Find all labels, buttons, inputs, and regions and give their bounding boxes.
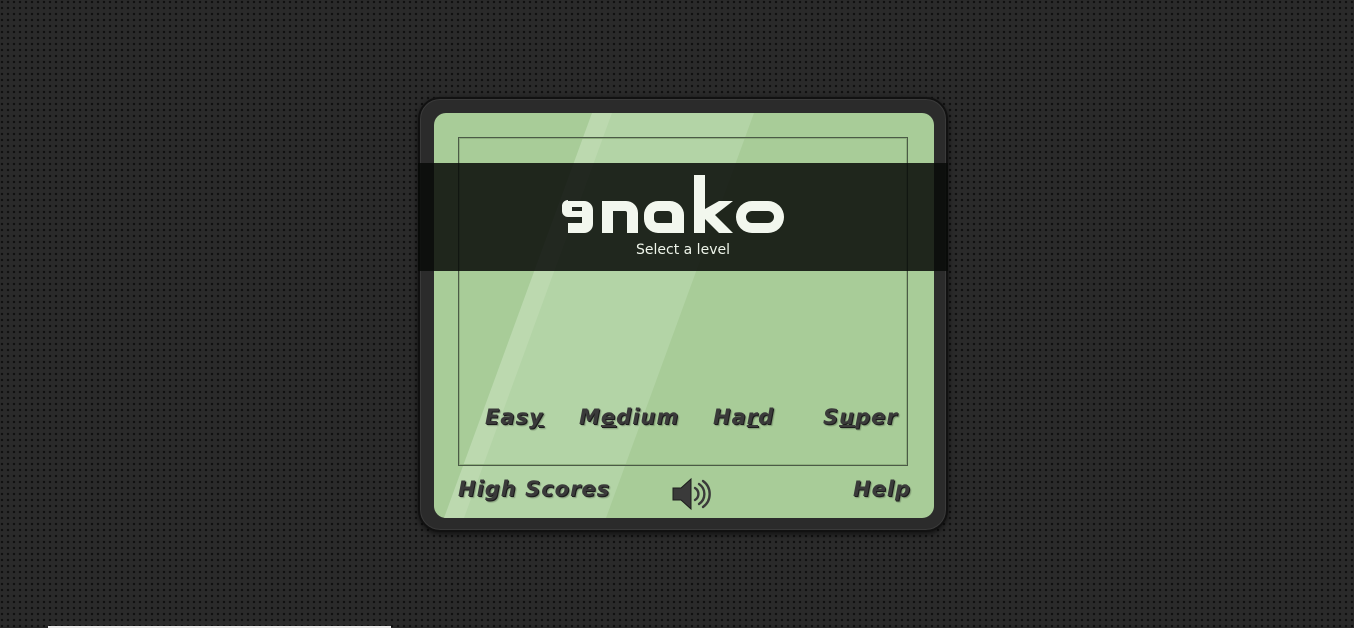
high-scores-button[interactable]: High Scores (458, 477, 610, 501)
snake-logo (562, 175, 784, 233)
level-hard-label: Hard (713, 405, 775, 429)
high-scores-label: High Scores (458, 477, 611, 501)
level-easy-label: Easy (485, 405, 544, 429)
level-super-button[interactable]: Super (823, 405, 898, 429)
level-super-label: Super (823, 405, 898, 429)
help-label: Help (853, 477, 912, 501)
subtitle: Select a level (636, 242, 730, 258)
level-easy-button[interactable]: Easy (485, 405, 544, 429)
title-banner: Select a level (418, 163, 948, 271)
level-medium-label: Medium (579, 405, 680, 429)
level-medium-button[interactable]: Medium (579, 405, 679, 429)
level-hard-button[interactable]: Hard (713, 405, 774, 429)
speaker-volume-icon[interactable] (670, 476, 714, 512)
help-button[interactable]: Help (853, 477, 911, 501)
